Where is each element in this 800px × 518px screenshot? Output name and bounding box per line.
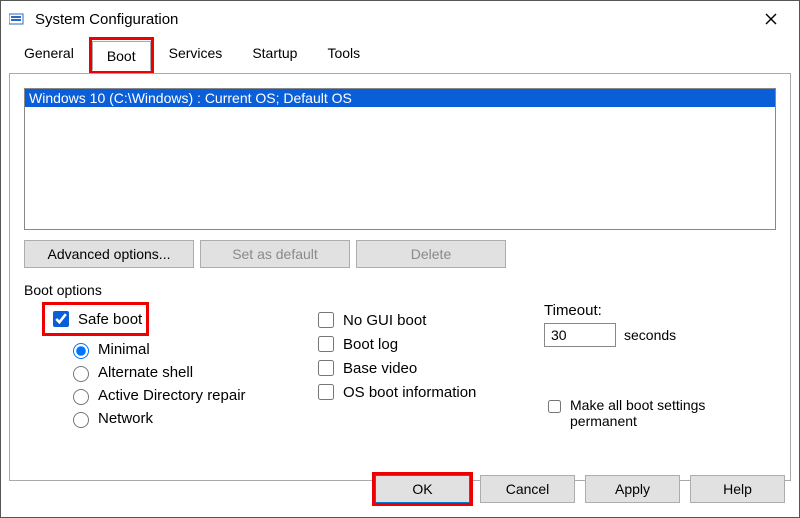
os-info-label[interactable]: OS boot information — [314, 381, 544, 403]
tab-startup[interactable]: Startup — [237, 38, 312, 74]
boot-options-col1: Safe boot Minimal Alternate shell Active — [24, 302, 314, 432]
no-gui-boot-checkbox[interactable] — [318, 312, 334, 328]
tab-general[interactable]: General — [9, 38, 89, 74]
boot-log-label[interactable]: Boot log — [314, 333, 544, 355]
radio-minimal[interactable] — [73, 343, 89, 359]
help-button[interactable]: Help — [690, 475, 785, 503]
tab-services[interactable]: Services — [154, 38, 238, 74]
app-icon — [9, 12, 27, 26]
no-gui-boot-label[interactable]: No GUI boot — [314, 309, 544, 331]
radio-alternate-shell-label[interactable]: Alternate shell — [68, 363, 314, 382]
ok-button[interactable]: OK — [375, 475, 470, 503]
os-button-row: Advanced options... Set as default Delet… — [24, 240, 776, 268]
timeout-row: seconds — [544, 323, 776, 347]
titlebar: System Configuration — [1, 1, 799, 37]
boot-options-col2: No GUI boot Boot log Base video OS boot … — [314, 302, 544, 405]
no-gui-boot-text: No GUI boot — [343, 312, 426, 329]
timeout-label: Timeout: — [544, 302, 776, 319]
apply-button[interactable]: Apply — [585, 475, 680, 503]
os-info-checkbox[interactable] — [318, 384, 334, 400]
base-video-label[interactable]: Base video — [314, 357, 544, 379]
permanent-checkbox[interactable] — [548, 400, 561, 413]
footer-buttons: OK Cancel Apply Help — [375, 475, 785, 503]
tab-strip: General Boot Services Startup Tools — [1, 37, 799, 73]
timeout-unit: seconds — [624, 327, 676, 343]
permanent-label[interactable]: Make all boot settings permanent — [544, 397, 776, 429]
radio-network[interactable] — [73, 412, 89, 428]
highlight-boot-tab: Boot — [89, 37, 154, 73]
boot-options-col3: Timeout: seconds Make all boot settings … — [544, 302, 776, 429]
radio-network-label[interactable]: Network — [68, 409, 314, 428]
safe-boot-text: Safe boot — [78, 311, 142, 328]
delete-button: Delete — [356, 240, 506, 268]
radio-ad-repair[interactable] — [73, 389, 89, 405]
radio-network-text: Network — [98, 410, 153, 427]
os-list-item[interactable]: Windows 10 (C:\Windows) : Current OS; De… — [25, 89, 775, 107]
advanced-options-button[interactable]: Advanced options... — [24, 240, 194, 268]
permanent-text: Make all boot settings permanent — [570, 397, 730, 429]
radio-minimal-label[interactable]: Minimal — [68, 340, 314, 359]
os-list[interactable]: Windows 10 (C:\Windows) : Current OS; De… — [24, 88, 776, 230]
safe-boot-radios: Minimal Alternate shell Active Directory… — [42, 340, 314, 428]
window-title: System Configuration — [35, 11, 178, 28]
close-button[interactable] — [751, 3, 791, 35]
radio-alternate-shell[interactable] — [73, 366, 89, 382]
set-default-button: Set as default — [200, 240, 350, 268]
safe-boot-checkbox[interactable] — [53, 311, 69, 327]
timeout-input[interactable] — [544, 323, 616, 347]
tab-tools[interactable]: Tools — [312, 38, 375, 74]
os-info-text: OS boot information — [343, 384, 476, 401]
radio-ad-repair-label[interactable]: Active Directory repair — [68, 386, 314, 405]
base-video-text: Base video — [343, 360, 417, 377]
radio-minimal-text: Minimal — [98, 341, 150, 358]
radio-alternate-shell-text: Alternate shell — [98, 364, 193, 381]
base-video-checkbox[interactable] — [318, 360, 334, 376]
boot-log-checkbox[interactable] — [318, 336, 334, 352]
boot-options-columns: Safe boot Minimal Alternate shell Active — [24, 302, 776, 432]
boot-options-label: Boot options — [24, 282, 776, 298]
tab-content: Windows 10 (C:\Windows) : Current OS; De… — [9, 73, 791, 481]
radio-ad-repair-text: Active Directory repair — [98, 387, 246, 404]
highlight-safe-boot: Safe boot — [42, 302, 149, 336]
boot-log-text: Boot log — [343, 336, 398, 353]
safe-boot-checkbox-label[interactable]: Safe boot — [49, 308, 142, 330]
system-configuration-window: System Configuration General Boot Servic… — [0, 0, 800, 518]
cancel-button[interactable]: Cancel — [480, 475, 575, 503]
tab-boot[interactable]: Boot — [92, 41, 151, 71]
